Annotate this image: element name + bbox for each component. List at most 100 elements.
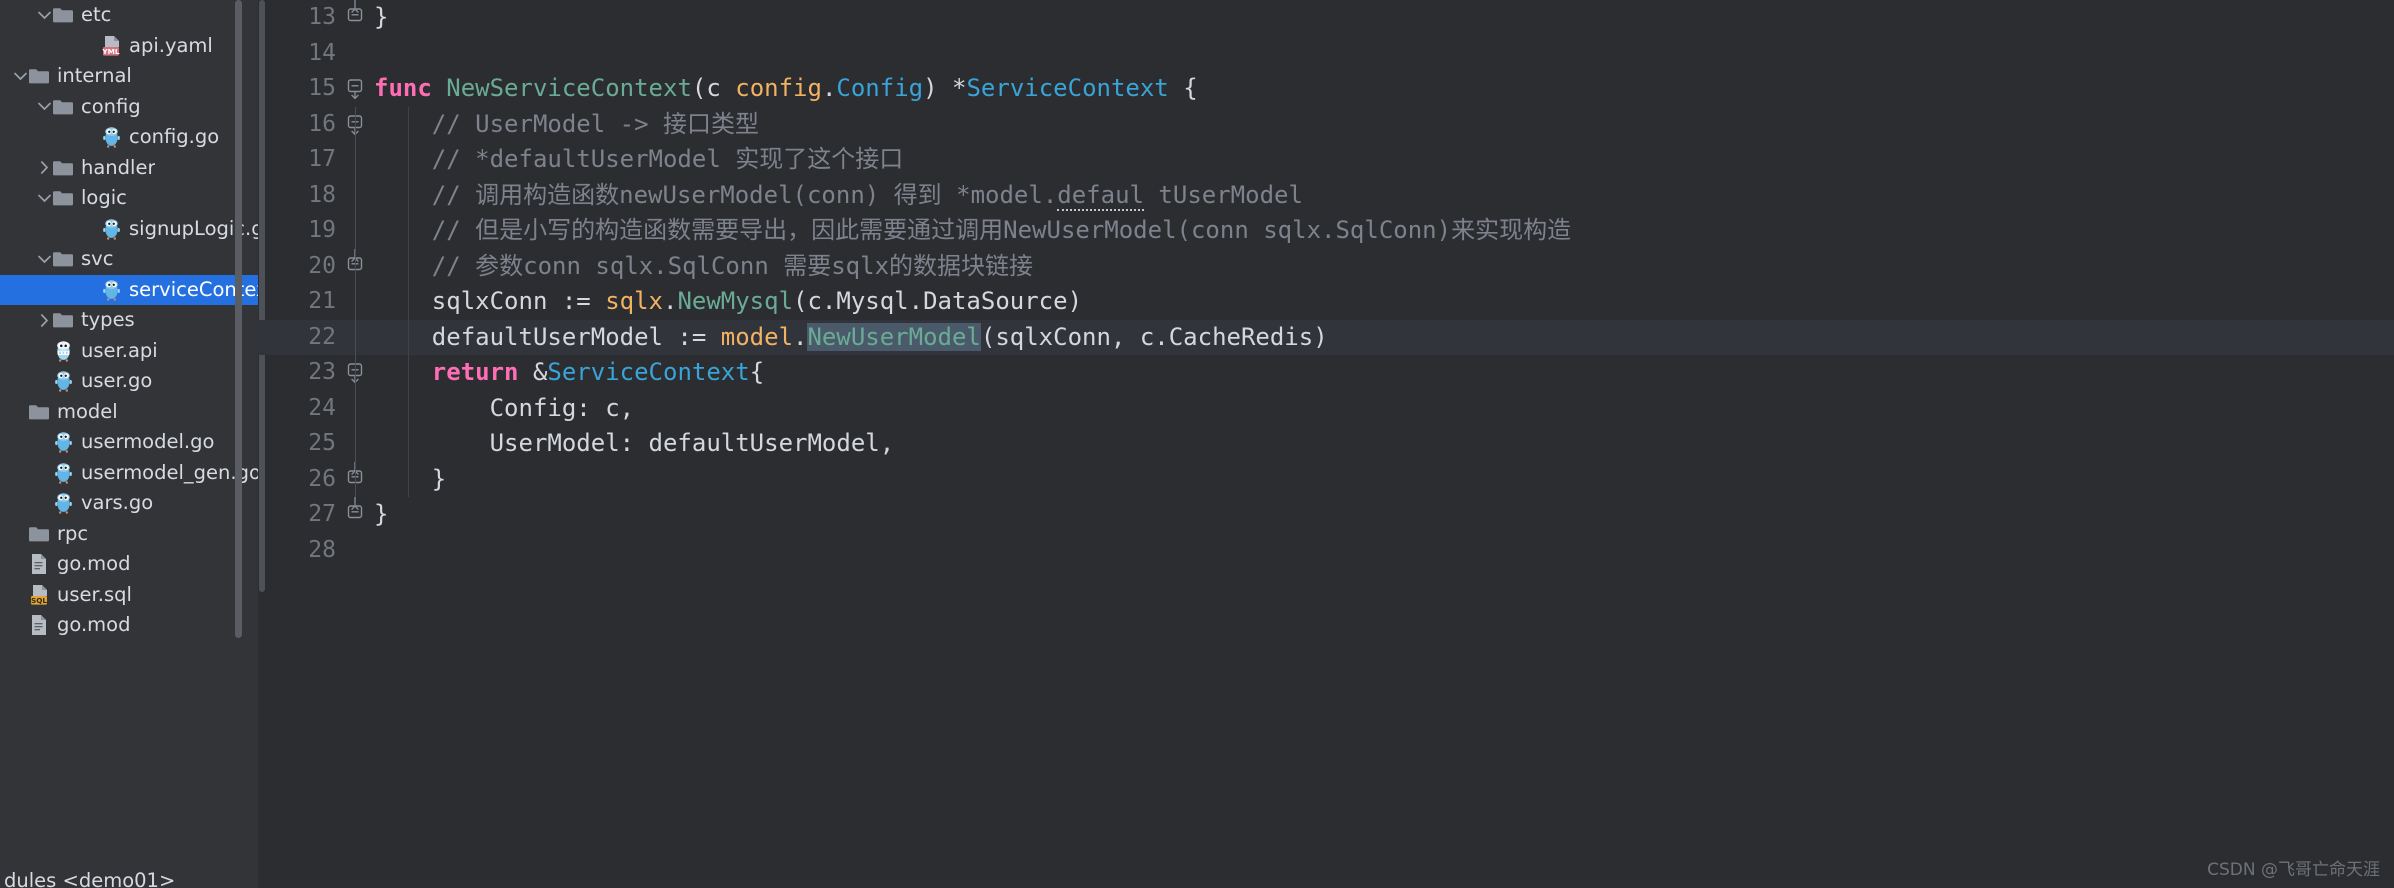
sql-file-icon: SQL [28,580,50,610]
code-line[interactable]: 21 sqlxConn := sqlx.NewMysql(c.Mysql.Dat… [258,284,2394,320]
chevron-right-icon[interactable] [36,313,52,327]
code-lines[interactable]: 13} 14 15 func NewServiceContext(c config.C… [258,0,2394,888]
code-line[interactable]: 28 [258,533,2394,569]
tree-item[interactable]: handler [0,153,258,184]
token-text: . [821,74,837,102]
tree-item-label: svc [81,247,114,270]
line-number: 16 [308,110,336,137]
code-line[interactable]: 14 [258,36,2394,72]
tree-item[interactable]: etc [0,0,258,31]
tree-item-selected[interactable]: serviceContext.go [0,274,258,305]
tree-item[interactable]: YML api.yaml [0,31,258,62]
fold-region-line [355,426,356,462]
token-text: defaultUserModel := [431,322,721,351]
code-line[interactable]: 20 // 参数conn sqlx.SqlConn 需要sqlx的数据块链接 [258,248,2394,285]
tree-item[interactable]: types [0,305,258,336]
yaml-file-icon: YML [100,31,122,61]
ide-window: etc YML api.yaml internal config config.go han… [0,0,2394,888]
code-line[interactable]: 23 return &ServiceContext{ [258,355,2394,391]
fold-region-line [355,177,356,213]
code-line-current[interactable]: 22 defaultUserModel := model.NewUserMode… [258,319,2394,355]
folder-icon [28,61,50,91]
go-file-icon [52,458,74,488]
chevron-down-icon[interactable] [36,11,52,20]
fold-expand-icon[interactable] [344,248,368,285]
code-line[interactable]: 17 // *defaultUserModel 实现了这个接口 [258,142,2394,178]
code-line[interactable]: 25 UserModel: defaultUserModel, [258,426,2394,462]
token-text: } [374,3,389,31]
tree-item[interactable]: go.mod [0,610,258,641]
tree-item[interactable]: internal [0,61,258,92]
tree-item[interactable]: svc [0,244,258,275]
editor-panel[interactable]: 13} 14 15 func NewServiceContext(c config.C… [258,0,2394,888]
fold-expand-icon[interactable] [344,461,368,498]
token-comment: // 但是小写的构造函数需要导出，因此需要通过调用NewUserModel(co… [431,216,1572,244]
folder-icon [52,153,74,183]
sidebar-scrollbar-thumb[interactable] [235,0,242,638]
code-text: sqlxConn := sqlx.NewMysql(c.Mysql.DataSo… [374,284,1082,320]
tree-item-label: user.api [81,338,158,362]
folder-icon [52,0,74,30]
tree-item[interactable]: usermodel_gen.go [0,458,258,489]
fold-expand-icon[interactable] [344,0,368,36]
project-tree[interactable]: etc YML api.yaml internal config config.go han… [0,0,258,641]
tree-item[interactable]: user.go [0,366,258,397]
code-text: return &ServiceContext{ [374,355,764,391]
fold-expand-icon[interactable] [344,497,368,533]
tree-item[interactable]: config.go [0,122,258,153]
go-file-icon [52,366,74,396]
chevron-down-icon[interactable] [36,255,52,264]
code-line[interactable]: 19 // 但是小写的构造函数需要导出，因此需要通过调用NewUserModel… [258,213,2394,249]
folder-icon [52,244,74,274]
text-file-icon [28,549,50,579]
chevron-down-icon[interactable] [36,102,52,111]
code-line[interactable]: 18 // 调用构造函数newUserModel(conn) 得到 *model… [258,177,2394,213]
token-function: NewServiceContext [446,74,692,102]
tree-item[interactable]: logic [0,183,258,214]
code-line[interactable]: 27} [258,497,2394,533]
code-text: UserModel: defaultUserModel, [374,426,895,462]
go-file-icon [100,122,122,152]
fold-region-line [355,461,356,497]
tree-item-label: config [81,94,141,118]
chevron-right-icon[interactable] [36,161,52,175]
chevron-down-icon[interactable] [12,72,28,81]
tree-item[interactable]: signupLogic.go [0,214,258,245]
tree-item-label: rpc [57,521,89,545]
fold-collapse-icon[interactable] [344,107,368,143]
tree-item[interactable]: vars.go [0,488,258,519]
tree-item[interactable]: SQL user.sql [0,580,258,611]
line-number: 26 [308,465,336,492]
svg-text:SQL: SQL [31,596,47,605]
token-text: (sqlxConn, c.CacheRedis) [980,322,1328,351]
token-comment: // 参数conn sqlx.SqlConn 需要sqlx的数据块链接 [431,251,1034,280]
token-text: sqlxConn := [431,287,606,315]
token-function: NewMysql [677,287,794,315]
sidebar-scrollbar-track[interactable] [235,0,250,888]
fold-collapse-icon[interactable] [344,71,368,107]
tree-item[interactable]: usermodel.go [0,427,258,458]
code-text: } [374,497,388,533]
tree-item[interactable]: config [0,92,258,123]
code-line[interactable]: 16 // UserModel -> 接口类型 [258,106,2394,143]
token-text: { [749,358,765,386]
code-line[interactable]: 15 func NewServiceContext(c config.Config… [258,71,2394,107]
tree-item[interactable]: user.api [0,336,258,367]
code-line[interactable]: 13} [258,0,2394,36]
code-line[interactable]: 24 Config: c, [258,390,2394,426]
fold-region-line [355,142,356,178]
token-text: c [706,74,736,102]
tree-item[interactable]: model [0,397,258,428]
tree-item-label: user.sql [57,582,132,606]
tree-item[interactable]: go.mod [0,549,258,580]
token-package: model [720,322,794,351]
token-type: ServiceContext [966,74,1169,102]
project-tree-panel[interactable]: etc YML api.yaml internal config config.go han… [0,0,258,888]
code-line[interactable]: 26 } [258,461,2394,498]
code-text: } [374,462,446,498]
tree-item[interactable]: rpc [0,519,258,550]
go-file-icon [52,488,74,518]
fold-collapse-icon[interactable] [344,355,368,391]
chevron-down-icon[interactable] [36,194,52,203]
tree-item-label: types [81,308,135,331]
